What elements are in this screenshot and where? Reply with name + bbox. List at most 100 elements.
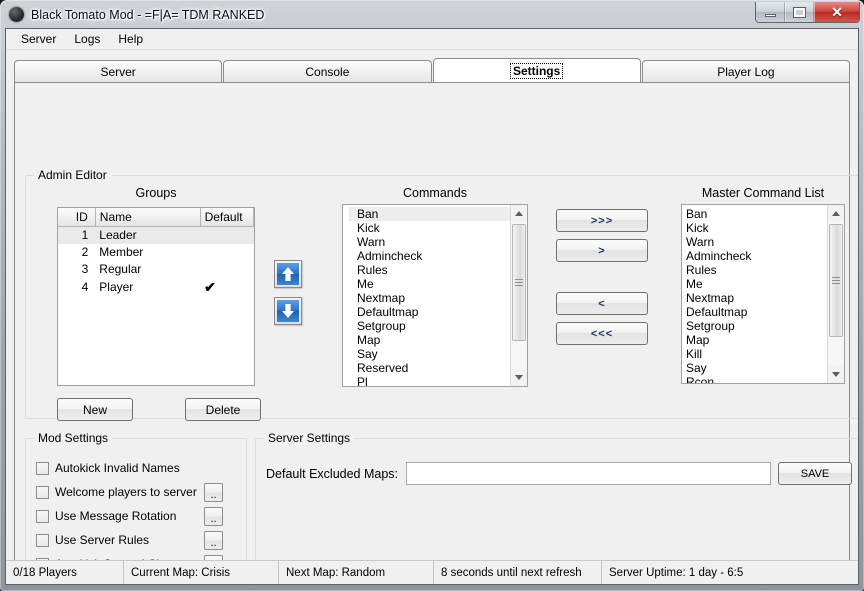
list-item[interactable]: Kick bbox=[349, 221, 510, 235]
list-item[interactable]: Ban bbox=[682, 207, 827, 221]
table-row[interactable]: 2 Member bbox=[58, 244, 254, 261]
save-button[interactable]: SAVE bbox=[778, 462, 852, 485]
table-row[interactable]: 1 Leader bbox=[58, 226, 254, 244]
cell-default bbox=[200, 226, 254, 244]
tab-server-label: Server bbox=[100, 64, 136, 79]
checkbox-welcome-players[interactable] bbox=[36, 485, 49, 499]
list-item[interactable]: Say bbox=[349, 347, 510, 361]
column-header-id[interactable]: ID bbox=[58, 208, 96, 227]
list-item[interactable]: Nextmap bbox=[682, 291, 827, 305]
scrollbar-thumb[interactable] bbox=[512, 224, 526, 341]
list-item[interactable]: Map bbox=[682, 333, 827, 347]
checkbox-row-autokick-invalid-names[interactable]: Autokick Invalid Names bbox=[36, 459, 180, 477]
admin-editor-group: Admin Editor Groups ID Name Default 1 Le… bbox=[25, 168, 858, 421]
scrollbar-thumb[interactable] bbox=[829, 224, 843, 337]
checkbox-row-server-rules[interactable]: Use Server Rules bbox=[36, 531, 149, 549]
checkbox-row-welcome-players[interactable]: Welcome players to server bbox=[36, 483, 197, 501]
master-scrollbar[interactable] bbox=[827, 205, 844, 383]
tab-server[interactable]: Server bbox=[14, 60, 223, 82]
commands-scrollbar[interactable] bbox=[510, 205, 527, 386]
list-item[interactable]: Ban bbox=[349, 207, 510, 221]
delete-group-button[interactable]: Delete bbox=[185, 398, 261, 421]
tab-console-label: Console bbox=[305, 64, 350, 79]
list-item[interactable]: Pl bbox=[349, 375, 510, 386]
scrollbar-grip-icon bbox=[515, 277, 523, 288]
tab-strip: Server Console Settings Player Log bbox=[14, 58, 850, 82]
checkbox-autokick-invalid-names[interactable] bbox=[36, 461, 49, 475]
label-welcome-players: Welcome players to server bbox=[55, 485, 197, 499]
list-item[interactable]: Defaultmap bbox=[682, 305, 827, 319]
minimize-button[interactable] bbox=[756, 2, 785, 22]
scroll-up-icon[interactable] bbox=[828, 205, 844, 222]
list-item[interactable]: Kill bbox=[682, 347, 827, 361]
add-command-button[interactable]: > bbox=[556, 239, 648, 262]
remove-all-commands-button[interactable]: <<< bbox=[556, 322, 648, 345]
commands-listbox[interactable]: Ban Kick Warn Admincheck Rules Me Nextma… bbox=[342, 204, 528, 387]
cell-default-checkmark: ✔ bbox=[204, 278, 216, 295]
app-circle-icon bbox=[9, 7, 24, 22]
list-item[interactable]: Warn bbox=[682, 235, 827, 249]
groups-table-header-row: ID Name Default bbox=[58, 208, 254, 227]
cell-name: Regular bbox=[99, 262, 142, 276]
menu-help[interactable]: Help bbox=[109, 30, 152, 48]
list-item[interactable]: Admincheck bbox=[349, 249, 510, 263]
config-message-rotation-button[interactable]: .. bbox=[204, 507, 223, 526]
list-item[interactable]: Defaultmap bbox=[349, 305, 510, 319]
maximize-button[interactable] bbox=[785, 2, 814, 22]
tab-settings-label: Settings bbox=[509, 62, 564, 79]
label-message-rotation: Use Message Rotation bbox=[55, 509, 177, 523]
list-item[interactable]: Setgroup bbox=[349, 319, 510, 333]
tab-player-log[interactable]: Player Log bbox=[641, 60, 850, 82]
checkbox-server-rules[interactable] bbox=[36, 533, 49, 547]
master-command-list-heading: Master Command List bbox=[701, 186, 825, 200]
master-command-listbox[interactable]: Ban Kick Warn Admincheck Rules Me Nextma… bbox=[681, 204, 845, 384]
list-item[interactable]: Admincheck bbox=[682, 249, 827, 263]
close-button[interactable]: ✕ bbox=[814, 2, 859, 22]
table-row[interactable]: 3 Regular bbox=[58, 261, 254, 278]
config-welcome-players-button[interactable]: .. bbox=[204, 483, 223, 502]
scroll-down-icon[interactable] bbox=[511, 369, 527, 386]
list-item[interactable]: Rules bbox=[349, 263, 510, 277]
tab-player-log-label: Player Log bbox=[717, 64, 775, 79]
config-server-rules-button[interactable]: .. bbox=[204, 531, 223, 550]
application-window: Black Tomato Mod - =F|A= TDM RANKED ✕ Se… bbox=[0, 0, 864, 591]
list-item[interactable]: Me bbox=[349, 277, 510, 291]
checkbox-message-rotation[interactable] bbox=[36, 509, 49, 523]
tab-settings[interactable]: Settings bbox=[432, 58, 641, 82]
arrow-up-icon bbox=[277, 263, 299, 285]
move-group-up-button[interactable] bbox=[274, 260, 302, 288]
scroll-up-icon[interactable] bbox=[511, 205, 527, 222]
status-server-uptime: Server Uptime: 1 day - 6:5 bbox=[609, 566, 744, 579]
groups-table[interactable]: ID Name Default 1 Leader 2 Member 3 Regu… bbox=[57, 207, 255, 386]
list-item[interactable]: Rcon bbox=[682, 375, 827, 383]
groups-heading: Groups bbox=[135, 186, 177, 200]
list-item[interactable]: Kick bbox=[682, 221, 827, 235]
add-all-commands-button[interactable]: >>> bbox=[556, 209, 648, 232]
list-item[interactable]: Nextmap bbox=[349, 291, 510, 305]
column-header-name[interactable]: Name bbox=[95, 208, 201, 227]
menu-logs[interactable]: Logs bbox=[65, 30, 109, 48]
new-group-button[interactable]: New bbox=[57, 398, 133, 421]
list-item[interactable]: Warn bbox=[349, 235, 510, 249]
list-item[interactable]: Say bbox=[682, 361, 827, 375]
checkbox-row-message-rotation[interactable]: Use Message Rotation bbox=[36, 507, 176, 525]
scroll-down-icon[interactable] bbox=[828, 366, 844, 383]
column-header-default[interactable]: Default bbox=[200, 208, 254, 227]
arrow-down-icon bbox=[277, 300, 299, 322]
table-row[interactable]: 4 Player ✔ bbox=[58, 278, 254, 297]
list-item[interactable]: Reserved bbox=[349, 361, 510, 375]
move-group-down-button[interactable] bbox=[274, 297, 302, 325]
default-excluded-maps-input[interactable] bbox=[406, 462, 771, 485]
tab-console[interactable]: Console bbox=[223, 60, 432, 82]
menu-server[interactable]: Server bbox=[12, 30, 65, 48]
list-item[interactable]: Me bbox=[682, 277, 827, 291]
close-icon: ✕ bbox=[831, 4, 843, 20]
cell-name: Leader bbox=[95, 226, 201, 244]
maximize-icon bbox=[794, 7, 805, 17]
list-item[interactable]: Setgroup bbox=[682, 319, 827, 333]
remove-command-button[interactable]: < bbox=[556, 292, 648, 315]
default-excluded-maps-label: Default Excluded Maps: bbox=[266, 467, 399, 481]
list-item[interactable]: Rules bbox=[682, 263, 827, 277]
server-settings-title: Server Settings bbox=[264, 431, 355, 445]
list-item[interactable]: Map bbox=[349, 333, 510, 347]
